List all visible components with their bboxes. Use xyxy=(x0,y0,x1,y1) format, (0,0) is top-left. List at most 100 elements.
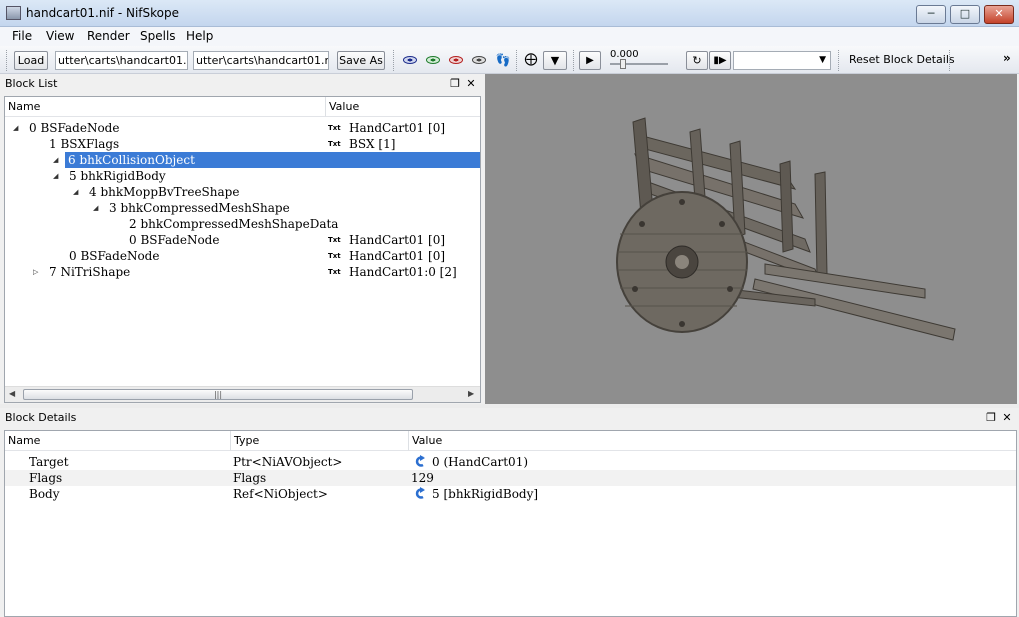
anim-slider-track[interactable] xyxy=(610,63,668,65)
details-row[interactable]: Target Ptr<NiAVObject> 0 (HandCart01) xyxy=(5,454,1016,470)
tree-row-label: 2 bhkCompressedMeshShapeData xyxy=(129,217,339,231)
tree-row-label: 3 bhkCompressedMeshShape xyxy=(109,201,290,215)
toolbar-overflow-button[interactable]: » xyxy=(1003,51,1011,65)
details-row[interactable]: Flags Flags 129 xyxy=(5,470,1016,486)
toolbar-grip xyxy=(6,50,8,71)
view-user-icon[interactable] xyxy=(472,56,486,64)
expanded-arrow-icon[interactable]: ◢ xyxy=(93,200,98,216)
reset-block-details-button[interactable]: Reset Block Details xyxy=(849,53,955,66)
tree-row[interactable]: 0 BSFadeNode Txt HandCart01 [0] xyxy=(5,248,480,264)
details-header-value[interactable]: Value xyxy=(408,431,1016,451)
tree-row[interactable]: 1 BSXFlags Txt BSX [1] xyxy=(5,136,480,152)
tree-row-value: HandCart01:0 [2] xyxy=(349,265,457,279)
column-header-value[interactable]: Value xyxy=(325,97,480,117)
menu-render[interactable]: Render xyxy=(87,29,130,43)
scroll-thumb[interactable]: ||| xyxy=(23,389,413,400)
save-path-input[interactable]: utter\carts\handcart01.nif xyxy=(193,51,329,70)
details-value[interactable]: 129 xyxy=(411,470,434,486)
axis-icon[interactable]: ⨁ xyxy=(523,53,539,66)
details-row[interactable]: Body Ref<NiObject> 5 [bhkRigidBody] xyxy=(5,486,1016,502)
handcart-model xyxy=(616,117,956,341)
maximize-button[interactable]: □ xyxy=(950,5,980,24)
expanded-arrow-icon[interactable]: ◢ xyxy=(53,152,58,168)
tree-row[interactable]: ◢ 6 bhkCollisionObject xyxy=(53,152,480,168)
menu-view[interactable]: View xyxy=(46,29,74,43)
text-type-icon: Txt xyxy=(328,236,341,244)
toolbar-separator xyxy=(516,50,518,71)
tree-row-label: 6 bhkCollisionObject xyxy=(68,153,195,167)
save-as-button[interactable]: Save As xyxy=(337,51,385,70)
details-value[interactable]: 0 (HandCart01) xyxy=(432,454,528,470)
toolbar-separator xyxy=(393,50,395,71)
view-side-icon[interactable] xyxy=(426,56,440,64)
block-details-title: Block Details xyxy=(0,408,1019,428)
scroll-right-arrow-icon[interactable]: ▶ xyxy=(468,389,474,398)
tree-row[interactable]: ◢ 4 bhkMoppBvTreeShape xyxy=(5,184,480,200)
tree-row-value: HandCart01 [0] xyxy=(349,121,446,135)
tree-row-value: BSX [1] xyxy=(349,137,396,151)
tree-row-label: 4 bhkMoppBvTreeShape xyxy=(89,185,240,199)
loop-button[interactable]: ↻ xyxy=(686,51,708,70)
menu-file[interactable]: File xyxy=(12,29,32,43)
tree-row-label: 1 BSXFlags xyxy=(49,137,120,151)
tree-row-label: 7 NiTriShape xyxy=(49,265,131,279)
details-header-type[interactable]: Type xyxy=(230,431,408,451)
tree-row[interactable]: ◢ 0 BSFadeNode Txt HandCart01 [0] xyxy=(5,120,480,136)
toolbar-separator xyxy=(573,50,575,71)
dropdown-toggle-button[interactable]: ▼ xyxy=(543,51,567,70)
tree-row-label: 0 BSFadeNode xyxy=(129,233,220,247)
block-list-tree[interactable]: Name Value ◢ 0 BSFadeNode Txt HandCart01 [0… xyxy=(4,96,481,403)
animation-select[interactable]: ▼ xyxy=(733,51,831,70)
load-button[interactable]: Load xyxy=(14,51,48,70)
title-bar: handcart01.nif - NifSkope ─ □ ✕ xyxy=(0,0,1019,27)
app-icon xyxy=(6,6,21,20)
details-value[interactable]: 5 [bhkRigidBody] xyxy=(432,486,538,502)
minimize-button[interactable]: ─ xyxy=(916,5,946,24)
anim-slider-handle[interactable] xyxy=(620,59,626,69)
block-details-table[interactable]: Name Type Value Target Ptr<NiAVObject> 0… xyxy=(4,430,1017,617)
tree-row-label: 0 BSFadeNode xyxy=(69,249,160,263)
tree-row[interactable]: ◢ 3 bhkCompressedMeshShape xyxy=(5,200,480,216)
menu-bar: File View Render Spells Help xyxy=(0,27,1019,46)
details-name: Body xyxy=(29,487,60,501)
menu-spells[interactable]: Spells xyxy=(140,29,176,43)
block-details-close-icon[interactable]: ✕ xyxy=(1001,412,1013,424)
menu-help[interactable]: Help xyxy=(186,29,213,43)
details-type: Ptr<NiAVObject> xyxy=(233,455,343,469)
details-name: Flags xyxy=(29,471,63,485)
play-button[interactable]: ▶ xyxy=(579,51,601,70)
block-details-float-icon[interactable]: ❐ xyxy=(985,412,997,424)
toolbar-separator xyxy=(838,50,840,71)
details-type: Flags xyxy=(233,471,267,485)
text-type-icon: Txt xyxy=(328,124,341,132)
tree-row[interactable]: 2 bhkCompressedMeshShapeData xyxy=(5,216,480,232)
tree-row[interactable]: ▷ 7 NiTriShape Txt HandCart01:0 [2] xyxy=(5,264,480,280)
scroll-left-arrow-icon[interactable]: ◀ xyxy=(9,389,15,398)
block-list-title: Block List xyxy=(0,74,483,94)
details-header-name[interactable]: Name xyxy=(5,431,230,451)
block-list-float-icon[interactable]: ❐ xyxy=(449,78,461,90)
collapsed-arrow-icon[interactable]: ▷ xyxy=(33,264,38,280)
load-path-input[interactable]: utter\carts\handcart01.nif xyxy=(55,51,188,70)
block-list-hscrollbar[interactable]: ◀ ||| ▶ xyxy=(5,386,480,402)
text-type-icon: Txt xyxy=(328,268,341,276)
walk-mode-icon[interactable]: 👣 xyxy=(495,54,511,66)
switch-anim-button[interactable]: ▮▶ xyxy=(709,51,731,70)
column-header-name[interactable]: Name xyxy=(5,97,325,117)
expanded-arrow-icon[interactable]: ◢ xyxy=(73,184,78,200)
render-viewport[interactable] xyxy=(485,74,1017,404)
window-title: handcart01.nif - NifSkope xyxy=(26,6,179,20)
expanded-arrow-icon[interactable]: ◢ xyxy=(13,120,18,136)
view-front-icon[interactable] xyxy=(403,56,417,64)
toolbar: Load utter\carts\handcart01.nif utter\ca… xyxy=(0,46,1019,74)
details-type: Ref<NiObject> xyxy=(233,487,328,501)
tree-row-label: 5 bhkRigidBody xyxy=(69,169,166,183)
block-list-close-icon[interactable]: ✕ xyxy=(465,78,477,90)
tree-row[interactable]: ◢ 5 bhkRigidBody xyxy=(5,168,480,184)
expanded-arrow-icon[interactable]: ◢ xyxy=(53,168,58,184)
link-icon xyxy=(415,455,425,467)
tree-row[interactable]: 0 BSFadeNode Txt HandCart01 [0] xyxy=(5,232,480,248)
close-button[interactable]: ✕ xyxy=(984,5,1014,24)
toolbar-separator xyxy=(949,50,951,71)
view-top-icon[interactable] xyxy=(449,56,463,64)
